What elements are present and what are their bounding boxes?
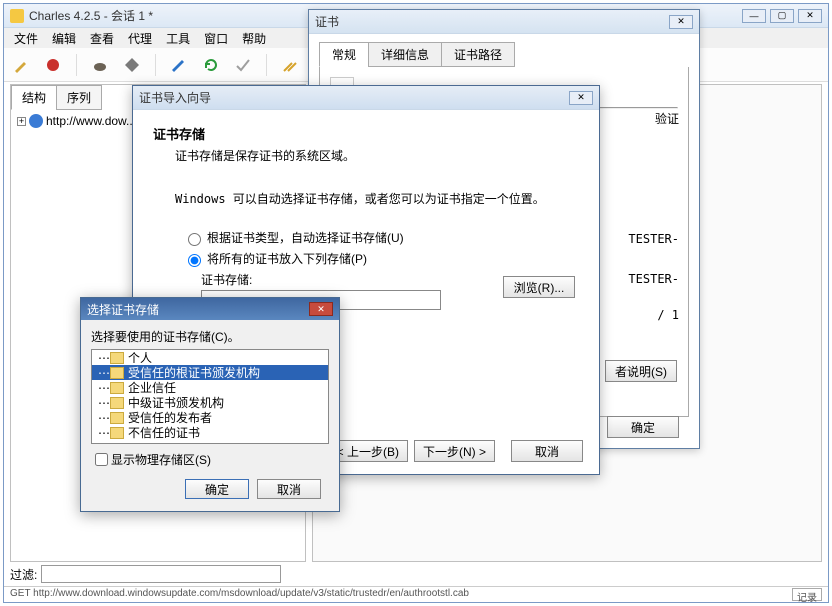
repeat-icon[interactable]: [202, 56, 220, 74]
folder-icon: [110, 382, 124, 394]
check-icon[interactable]: [234, 56, 252, 74]
wizard-hint: Windows 可以自动选择证书存储，或者您可以为证书指定一个位置。: [175, 190, 579, 207]
cert-tabs: 常规 详细信息 证书路径: [319, 42, 689, 67]
store-item-untrusted[interactable]: ⋯不信任的证书: [92, 425, 328, 440]
menu-edit[interactable]: 编辑: [46, 28, 82, 49]
wizard-footer: < 上一步(B) 下一步(N) > 取消: [328, 440, 583, 462]
radio-auto[interactable]: 根据证书类型，自动选择证书存储(U): [183, 229, 579, 246]
store-label: 证书存储:: [201, 271, 252, 288]
status-text: GET http://www.download.windowsupdate.co…: [10, 588, 469, 601]
wizard-sub: 证书存储是保存证书的系统区域。: [175, 147, 579, 164]
store-dialog-prompt: 选择要使用的证书存储(C)。: [91, 328, 329, 345]
menu-file[interactable]: 文件: [8, 28, 44, 49]
wizard-body: 证书存储 证书存储是保存证书的系统区域。 Windows 可以自动选择证书存储，…: [133, 110, 599, 324]
cert-tester-1: TESTER-: [628, 232, 679, 246]
tab-structure[interactable]: 结构: [11, 85, 57, 110]
store-cancel-button[interactable]: 取消: [257, 479, 321, 499]
store-ok-button[interactable]: 确定: [185, 479, 249, 499]
tools-icon[interactable]: [281, 56, 299, 74]
store-item-trusted-root[interactable]: ⋯受信任的根证书颁发机构: [92, 365, 328, 380]
menu-proxy[interactable]: 代理: [122, 28, 158, 49]
radio-manual[interactable]: 将所有的证书放入下列存储(P): [183, 250, 579, 267]
cert-tester-2: TESTER-: [628, 272, 679, 286]
folder-icon: [110, 412, 124, 424]
folder-icon: [110, 352, 124, 364]
filter-label: 过滤:: [10, 566, 37, 583]
next-button[interactable]: 下一步(N) >: [414, 440, 495, 462]
store-dialog-title: 选择证书存储: [87, 301, 309, 318]
wizard-heading: 证书存储: [153, 124, 579, 143]
cert-ok-button[interactable]: 确定: [607, 416, 679, 438]
radio-auto-label: 根据证书类型，自动选择证书存储(U): [207, 229, 404, 246]
select-store-dialog: 选择证书存储 ✕ 选择要使用的证书存储(C)。 ⋯个人 ⋯受信任的根证书颁发机构…: [80, 297, 340, 512]
toolbar-separator: [76, 54, 77, 76]
wizard-close-button[interactable]: ✕: [569, 91, 593, 105]
store-dialog-titlebar: 选择证书存储 ✕: [81, 298, 339, 320]
menu-tools[interactable]: 工具: [160, 28, 196, 49]
store-item-personal[interactable]: ⋯个人: [92, 350, 328, 365]
store-dialog-close-button[interactable]: ✕: [309, 302, 333, 316]
cert-tab-general[interactable]: 常规: [319, 42, 369, 67]
wizard-cancel-button[interactable]: 取消: [511, 440, 583, 462]
expand-icon[interactable]: +: [17, 117, 26, 126]
store-item-enterprise[interactable]: ⋯企业信任: [92, 380, 328, 395]
store-item-trusted-pub[interactable]: ⋯受信任的发布者: [92, 410, 328, 425]
edit-icon[interactable]: [170, 56, 188, 74]
status-bar: GET http://www.download.windowsupdate.co…: [4, 586, 828, 602]
menu-help[interactable]: 帮助: [236, 28, 272, 49]
cert-titlebar: 证书 ✕: [309, 10, 699, 34]
minimize-button[interactable]: —: [742, 9, 766, 23]
radio-auto-input[interactable]: [188, 233, 201, 246]
menu-view[interactable]: 查看: [84, 28, 120, 49]
filter-input[interactable]: [41, 565, 281, 583]
globe-icon: [29, 114, 43, 128]
cert-footer: 确定: [607, 416, 679, 438]
window-controls: — ▢ ✕: [742, 9, 822, 23]
app-icon: [10, 9, 24, 23]
turtle-icon[interactable]: [91, 56, 109, 74]
cert-title: 证书: [315, 13, 669, 30]
show-physical-label: 显示物理存储区(S): [111, 451, 211, 468]
wizard-titlebar: 证书导入向导 ✕: [133, 86, 599, 110]
cert-seq: / 1: [657, 308, 679, 322]
radio-manual-label: 将所有的证书放入下列存储(P): [207, 250, 367, 267]
store-item-intermediate[interactable]: ⋯中级证书颁发机构: [92, 395, 328, 410]
show-physical-row[interactable]: 显示物理存储区(S): [91, 450, 329, 469]
cert-tab-details[interactable]: 详细信息: [368, 42, 442, 67]
wizard-title: 证书导入向导: [139, 89, 569, 106]
broom-icon[interactable]: [12, 56, 30, 74]
menu-window[interactable]: 窗口: [198, 28, 234, 49]
tab-sequence[interactable]: 序列: [56, 85, 102, 110]
folder-icon: [110, 367, 124, 379]
cert-close-button[interactable]: ✕: [669, 15, 693, 29]
folder-icon: [110, 397, 124, 409]
record-icon[interactable]: [44, 56, 62, 74]
folder-icon: [110, 427, 124, 439]
filter-bar: 过滤:: [10, 562, 822, 586]
toolbar-separator: [155, 54, 156, 76]
store-dialog-body: 选择要使用的证书存储(C)。 ⋯个人 ⋯受信任的根证书颁发机构 ⋯企业信任 ⋯中…: [81, 320, 339, 507]
radio-manual-input[interactable]: [188, 254, 201, 267]
store-dialog-footer: 确定 取消: [91, 479, 329, 499]
breakpoint-icon[interactable]: [123, 56, 141, 74]
record-indicator[interactable]: 记录: [792, 588, 822, 601]
cert-verify-text: 验证: [655, 110, 679, 127]
browse-button[interactable]: 浏览(R)...: [503, 276, 575, 298]
close-button[interactable]: ✕: [798, 9, 822, 23]
toolbar-separator: [266, 54, 267, 76]
store-list[interactable]: ⋯个人 ⋯受信任的根证书颁发机构 ⋯企业信任 ⋯中级证书颁发机构 ⋯受信任的发布…: [91, 349, 329, 444]
issuer-statement-button[interactable]: 者说明(S): [605, 360, 677, 382]
maximize-button[interactable]: ▢: [770, 9, 794, 23]
show-physical-checkbox[interactable]: [95, 453, 108, 466]
cert-tab-path[interactable]: 证书路径: [441, 42, 515, 67]
tree-item-label: http://www.dow...: [46, 114, 136, 128]
